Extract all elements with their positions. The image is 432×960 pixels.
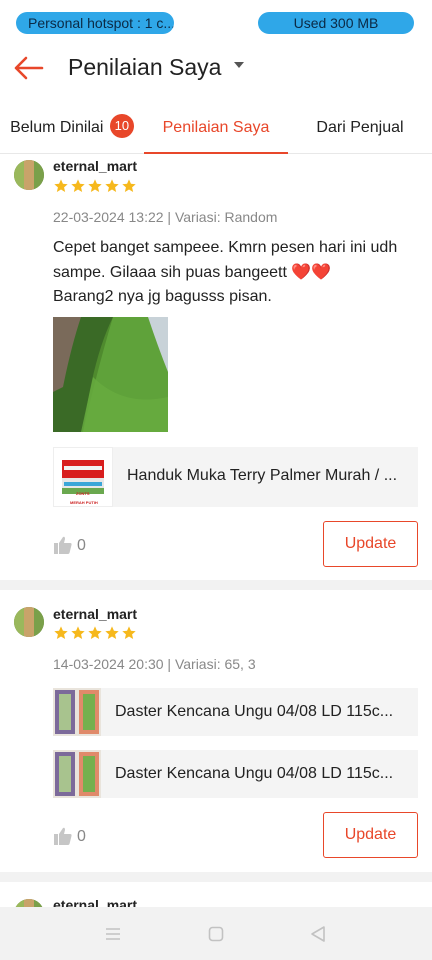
product-thumbnail — [53, 688, 101, 736]
section-divider — [0, 872, 432, 882]
reviewer-name: eternal_mart — [53, 158, 138, 174]
review-text: Cepet banget sampeee. Kmrn pesen hari in… — [53, 236, 423, 310]
status-bar: Personal hotspot : 1 c... Used 300 MB — [0, 0, 432, 44]
review-card: eternal_mart — [0, 882, 432, 907]
product-row[interactable]: ZONTS MERAH PUTIH Handuk Muka Terry Palm… — [53, 447, 418, 507]
review-card: eternal_mart 22-03-2024 13:22 | Variasi:… — [0, 155, 432, 580]
thumbs-up-icon[interactable] — [53, 535, 73, 555]
product-row[interactable]: Daster Kencana Ungu 04/08 LD 115c... — [53, 750, 418, 798]
star-icon — [88, 179, 102, 192]
tab-belum-dinilai[interactable]: Belum Dinilai 10 — [0, 104, 144, 154]
reviewer-name: eternal_mart — [53, 606, 138, 622]
review-text-line: sampe. Gilaaa sih puas bangeett ❤️❤️ — [53, 263, 332, 281]
star-icon — [105, 179, 119, 192]
product-thumbnail: ZONTS MERAH PUTIH — [53, 447, 113, 507]
star-icon — [122, 179, 136, 192]
star-icon — [54, 626, 68, 639]
tab-penilaian-saya[interactable]: Penilaian Saya — [144, 104, 288, 154]
hotspot-pill[interactable]: Personal hotspot : 1 c... — [16, 12, 174, 34]
review-card: eternal_mart 14-03-2024 20:30 | Variasi:… — [0, 590, 432, 872]
review-text-line: Cepet banget sampeee. Kmrn pesen hari in… — [53, 239, 398, 256]
thumbs-up-icon[interactable] — [53, 826, 73, 846]
tab-dari-penjual[interactable]: Dari Penjual — [288, 104, 432, 154]
tab-label: Dari Penjual — [316, 119, 404, 136]
thumbnail-caption: MERAH PUTIH — [70, 500, 98, 505]
system-nav-bar — [0, 907, 432, 960]
caret-down-icon[interactable] — [234, 62, 244, 68]
app-header: Penilaian Saya — [0, 44, 432, 92]
reviewer-name: eternal_mart — [53, 897, 138, 907]
square-icon[interactable] — [207, 925, 225, 943]
star-icon — [105, 626, 119, 639]
review-meta: 14-03-2024 20:30 | Variasi: 65, 3 — [53, 656, 256, 672]
section-divider — [0, 580, 432, 590]
tab-label: Belum Dinilai — [10, 119, 104, 136]
review-meta: 22-03-2024 13:22 | Variasi: Random — [53, 209, 278, 225]
tab-label: Penilaian Saya — [162, 119, 270, 136]
count-badge: 10 — [109, 114, 134, 139]
product-thumbnail — [53, 750, 101, 798]
star-icon — [71, 626, 85, 639]
avatar[interactable] — [14, 160, 44, 190]
update-button[interactable]: Update — [323, 812, 418, 858]
star-icon — [122, 626, 136, 639]
update-button[interactable]: Update — [323, 521, 418, 567]
data-usage-pill[interactable]: Used 300 MB — [258, 12, 414, 34]
star-icon — [71, 179, 85, 192]
triangle-back-icon[interactable] — [309, 925, 327, 943]
star-rating — [53, 625, 138, 641]
product-row[interactable]: Daster Kencana Ungu 04/08 LD 115c... — [53, 688, 418, 736]
product-name: Daster Kencana Ungu 04/08 LD 115c... — [115, 703, 394, 720]
product-name: Handuk Muka Terry Palmer Murah / ... — [127, 467, 398, 484]
star-rating — [53, 178, 138, 194]
arrow-left-icon[interactable] — [12, 52, 46, 84]
menu-icon[interactable] — [104, 925, 122, 943]
avatar[interactable] — [14, 899, 44, 907]
tab-bar: Belum Dinilai 10 Penilaian Saya Dari Pen… — [0, 104, 432, 154]
like-count: 0 — [77, 828, 86, 845]
product-name: Daster Kencana Ungu 04/08 LD 115c... — [115, 765, 394, 782]
thumbnail-caption: ZONTS — [76, 491, 90, 496]
like-count: 0 — [77, 537, 86, 554]
avatar[interactable] — [14, 607, 44, 637]
page-title[interactable]: Penilaian Saya — [68, 54, 221, 81]
star-icon — [88, 626, 102, 639]
review-photo[interactable] — [53, 317, 168, 432]
star-icon — [54, 179, 68, 192]
review-text-line: Barang2 nya jg bagusss pisan. — [53, 288, 272, 305]
